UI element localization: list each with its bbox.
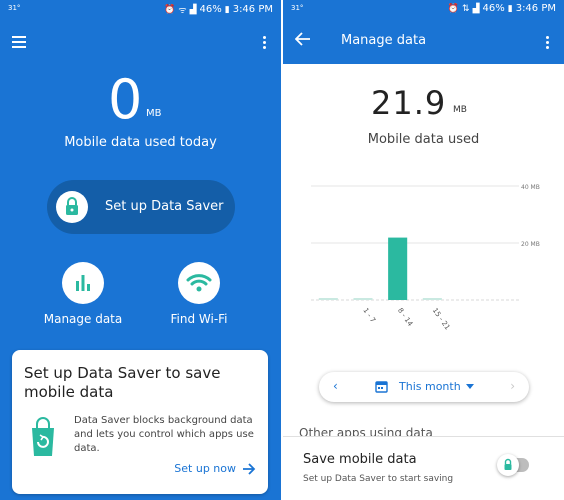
signal-icon: ▟	[472, 3, 480, 14]
other-apps-heading: Other apps using data	[299, 426, 433, 436]
alarm-icon: ⏰	[164, 4, 176, 15]
previous-period-button[interactable]: ‹	[333, 379, 338, 393]
chevron-down-icon[interactable]	[466, 384, 474, 389]
battery-percent: 46%	[482, 3, 505, 14]
bar-chart-icon	[76, 275, 90, 291]
setup-data-saver-label: Set up Data Saver	[105, 199, 224, 214]
lock-icon	[66, 197, 78, 215]
hamburger-menu-icon[interactable]	[12, 36, 26, 48]
battery-percent: 46%	[199, 4, 222, 15]
clock: 3:46 PM	[515, 3, 556, 14]
data-saver-promo-card: Set up Data Saver to save mobile data Da…	[12, 350, 268, 494]
arrow-right-icon	[243, 462, 256, 475]
setup-data-saver-button[interactable]: Set up Data Saver	[47, 180, 235, 234]
home-screen: 31° ⏰ ᯤ ▟ 46% ▮ 3:46 PM 0 MB Mobile data…	[0, 0, 281, 500]
y-tick-label: 40 MB	[521, 184, 540, 191]
temperature-text: 31°	[8, 4, 21, 12]
battery-icon: ▮	[224, 4, 230, 15]
bar	[353, 298, 373, 300]
data-usage-value: 21.9	[371, 84, 447, 122]
save-data-toggle-thumb[interactable]	[497, 454, 519, 476]
next-period-button[interactable]: ›	[510, 379, 515, 393]
promo-card-title: Set up Data Saver to save mobile data	[24, 364, 221, 401]
x-tick-label: 8 - 14	[396, 307, 415, 329]
manage-data-screen: 31° ⏰ ⇅ ▟ 46% ▮ 3:46 PM Manage data 21.9…	[283, 0, 564, 500]
overflow-menu-icon[interactable]	[263, 36, 267, 51]
usage-bar-chart: 40 MB 20 MB 1 - 7 8 - 14 15 - 21	[311, 184, 540, 332]
data-usage-value: 0	[108, 68, 143, 131]
save-mobile-data-subtitle: Set up Data Saver to start saving	[303, 474, 454, 484]
x-tick-label: 15 - 21	[431, 307, 452, 332]
wifi-icon: ᯤ	[178, 6, 187, 16]
data-transfer-icon: ⇅	[462, 3, 470, 14]
clock: 3:46 PM	[232, 4, 273, 15]
period-selector: ‹ This month ›	[319, 372, 529, 402]
status-bar: 31° ⏰ ⇅ ▟ 46% ▮ 3:46 PM	[283, 0, 564, 20]
period-dropdown[interactable]: This month	[399, 380, 461, 393]
page-title: Manage data	[341, 33, 427, 48]
battery-icon: ▮	[507, 3, 513, 14]
data-usage-caption: Mobile data used today	[64, 135, 217, 150]
bar	[318, 298, 338, 300]
back-arrow-icon[interactable]	[295, 32, 311, 46]
data-usage-unit: MB	[453, 105, 467, 115]
find-wifi-button[interactable]	[178, 262, 220, 304]
status-bar: 31° ⏰ ᯤ ▟ 46% ▮ 3:46 PM	[0, 0, 281, 20]
x-tick-label: 1 - 7	[361, 307, 377, 325]
app-bar: 31° ⏰ ⇅ ▟ 46% ▮ 3:46 PM Manage data	[283, 0, 564, 64]
calendar-icon	[375, 381, 388, 393]
data-usage-unit: MB	[146, 108, 162, 119]
manage-data-label: Manage data	[43, 312, 123, 326]
data-saver-illustration-icon	[32, 417, 54, 456]
promo-card-body: Data Saver blocks background data and le…	[74, 415, 254, 454]
wifi-signal-icon	[186, 274, 212, 292]
manage-data-button[interactable]	[62, 262, 104, 304]
lock-icon	[504, 458, 512, 470]
overflow-menu-icon[interactable]	[546, 36, 550, 51]
find-wifi-label: Find Wi-Fi	[170, 312, 228, 326]
y-tick-label: 20 MB	[521, 241, 540, 248]
signal-icon: ▟	[189, 4, 197, 15]
bar	[388, 237, 408, 300]
data-usage-caption: Mobile data used	[367, 132, 480, 147]
setup-now-label: Set up now	[174, 462, 236, 475]
setup-now-link[interactable]: Set up now	[174, 462, 256, 475]
temperature-text: 31°	[291, 4, 304, 12]
alarm-icon: ⏰	[447, 3, 460, 14]
bar	[422, 298, 442, 300]
save-mobile-data-title: Save mobile data	[303, 452, 417, 467]
divider	[283, 436, 564, 437]
lock-icon-circle	[56, 191, 88, 223]
